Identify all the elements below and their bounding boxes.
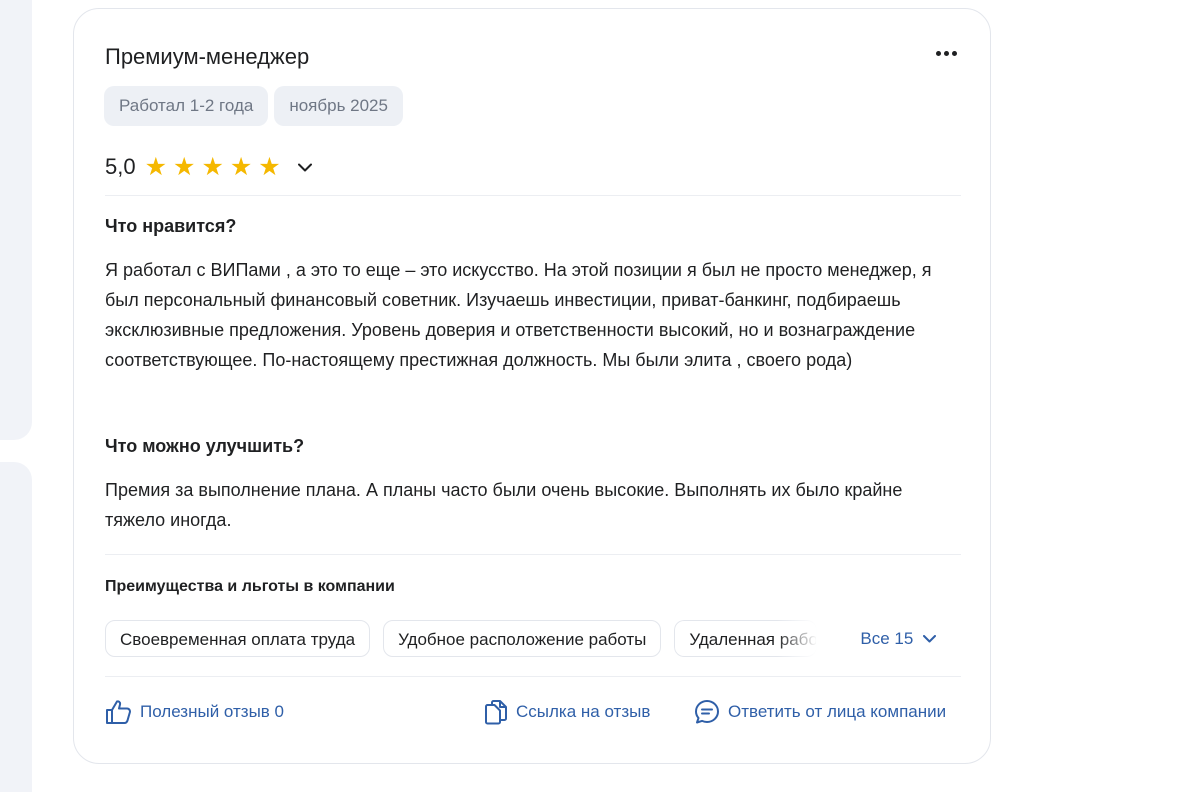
reply-as-company-button[interactable]: Ответить от лица компании xyxy=(694,699,946,725)
review-tags: Работал 1-2 года ноябрь 2025 xyxy=(104,86,403,126)
star-icon: ★ xyxy=(258,152,281,181)
benefit-chip: Своевременная оплата труда xyxy=(105,620,371,657)
star-icon: ★ xyxy=(144,152,168,181)
tag-date: ноябрь 2025 xyxy=(274,86,403,126)
all-benefits-button[interactable]: Все 15 xyxy=(860,628,937,649)
improve-heading: Что можно улучшить? xyxy=(105,436,305,456)
chevron-down-icon xyxy=(297,163,312,171)
review-card: Премиум-менеджер Работал 1-2 года ноябрь… xyxy=(73,8,991,764)
benefit-chip: Удобное расположение работы xyxy=(383,620,662,657)
all-benefits-label: Все 15 xyxy=(860,628,914,648)
star-icon: ★ xyxy=(229,152,253,181)
review-actions: Полезный отзыв 0 Ссылка на отзыв Ответит… xyxy=(105,699,963,729)
star-icon: ★ xyxy=(201,152,224,181)
helpful-review-label: Полезный отзыв 0 xyxy=(140,702,285,721)
review-link-label: Ссылка на отзыв xyxy=(516,702,651,721)
tag-experience: Работал 1-2 года xyxy=(104,86,269,126)
left-panel-background xyxy=(0,0,32,440)
divider xyxy=(105,195,961,196)
likes-heading: Что нравится? xyxy=(105,216,237,236)
left-panel-background-lower xyxy=(0,462,32,792)
chevron-down-icon xyxy=(923,634,937,642)
copy-link-icon xyxy=(485,700,507,725)
rating-stars: ★ ★ ★ ★ ★ xyxy=(144,152,281,181)
star-icon: ★ xyxy=(173,152,196,181)
thumbs-up-icon xyxy=(106,700,131,724)
likes-text: Я работал с ВИПами , а это то еще – это … xyxy=(105,260,932,370)
reply-as-company-label: Ответить от лица компании xyxy=(728,702,947,721)
rating-row: 5,0 ★ ★ ★ ★ ★ xyxy=(105,154,315,180)
review-link-button[interactable]: Ссылка на отзыв xyxy=(484,699,650,725)
review-position-title: Премиум-менеджер xyxy=(105,44,310,69)
more-dots-icon xyxy=(935,50,941,56)
divider xyxy=(105,676,961,677)
divider xyxy=(105,554,961,555)
benefits-list: Своевременная оплата труда Удобное распо… xyxy=(105,620,937,657)
rating-value: 5,0 xyxy=(105,154,136,179)
rating-details-toggle[interactable] xyxy=(295,157,315,177)
chat-bubble-icon xyxy=(695,700,719,724)
improve-text: Премия за выполнение плана. А планы част… xyxy=(105,480,903,530)
benefit-chip: Удаленная работа xyxy=(674,620,818,657)
more-options-button[interactable] xyxy=(932,43,960,63)
benefits-heading: Преимущества и льготы в компании xyxy=(105,578,395,595)
helpful-review-button[interactable]: Полезный отзыв 0 xyxy=(105,699,284,725)
